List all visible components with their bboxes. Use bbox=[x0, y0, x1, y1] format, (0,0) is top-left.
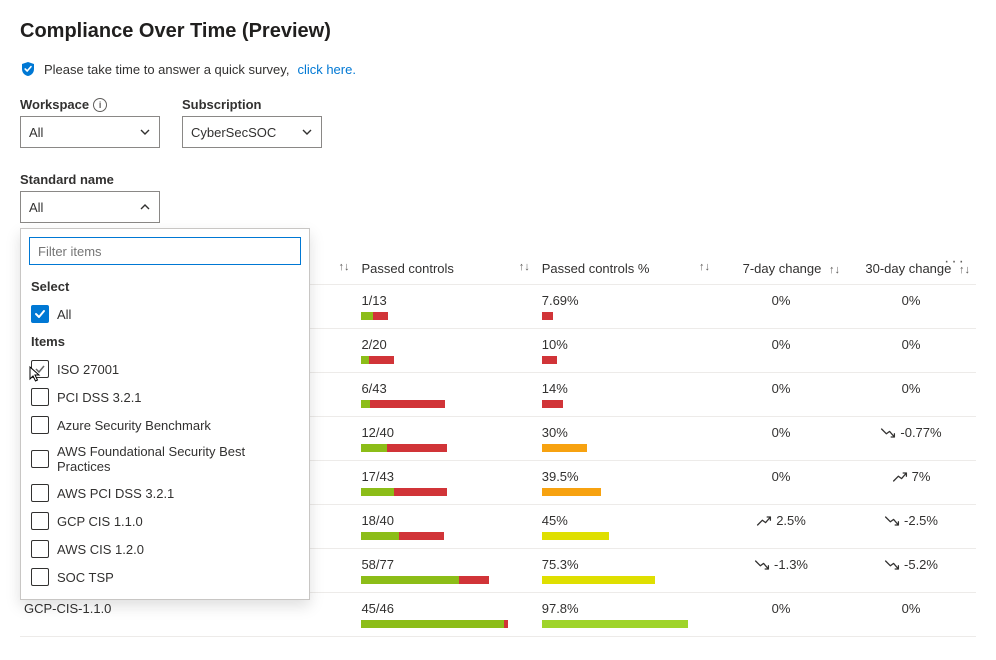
items-section-label: Items bbox=[21, 328, 309, 355]
info-icon[interactable]: i bbox=[93, 98, 107, 112]
cell-passed: 45/46 bbox=[355, 593, 535, 637]
standard-name-select[interactable]: All bbox=[20, 191, 160, 223]
chevron-down-icon bbox=[139, 126, 151, 138]
subscription-value: CyberSecSOC bbox=[191, 125, 276, 140]
dropdown-item[interactable]: AWS Foundational Security Best Practices bbox=[21, 439, 309, 479]
cell-30day: -5.2% bbox=[846, 549, 976, 593]
cell-passed: 6/43 bbox=[355, 373, 535, 417]
more-options-icon[interactable]: ··· bbox=[944, 253, 966, 271]
dropdown-item[interactable]: GCP CIS 1.1.0 bbox=[21, 507, 309, 535]
checkbox[interactable] bbox=[31, 484, 49, 502]
standard-name-dropdown: Select All Items ISO 27001 PCI DSS 3.2.1 A… bbox=[20, 228, 310, 600]
dropdown-item[interactable]: Azure Security Benchmark bbox=[21, 411, 309, 439]
checkbox[interactable] bbox=[31, 388, 49, 406]
select-section-label: Select bbox=[21, 273, 309, 300]
cell-30day: 0% bbox=[846, 373, 976, 417]
select-all-item[interactable]: All bbox=[21, 300, 309, 328]
cell-7day: 0% bbox=[716, 373, 846, 417]
workspace-select[interactable]: All bbox=[20, 116, 160, 148]
sort-icon[interactable]: ↑↓ bbox=[338, 261, 349, 273]
checkbox[interactable] bbox=[31, 450, 49, 468]
checkbox[interactable] bbox=[31, 568, 49, 586]
standard-name-label: Standard name bbox=[20, 172, 976, 187]
dropdown-item-label: ISO 27001 bbox=[57, 362, 119, 377]
dropdown-item-label: PCI DSS 3.2.1 bbox=[57, 390, 142, 405]
cell-7day: 2.5% bbox=[716, 505, 846, 549]
cell-30day: 0% bbox=[846, 285, 976, 329]
cell-7day: 0% bbox=[716, 329, 846, 373]
sort-icon[interactable]: ↑↓ bbox=[699, 261, 710, 273]
cell-pct: 7.69% bbox=[536, 285, 716, 329]
cell-7day: -1.3% bbox=[716, 549, 846, 593]
checkbox[interactable] bbox=[31, 360, 49, 378]
cell-30day: 0% bbox=[846, 593, 976, 637]
checkbox-checked[interactable] bbox=[31, 305, 49, 323]
cell-30day: 7% bbox=[846, 461, 976, 505]
checkbox[interactable] bbox=[31, 540, 49, 558]
col-header-7day[interactable]: 7-day change ↑↓ bbox=[716, 253, 846, 285]
workspace-value: All bbox=[29, 125, 43, 140]
cell-pct: 14% bbox=[536, 373, 716, 417]
cell-passed: 1/13 bbox=[355, 285, 535, 329]
subscription-label: Subscription bbox=[182, 97, 322, 112]
dropdown-item-label: AWS Foundational Security Best Practices bbox=[57, 444, 299, 474]
cell-pct: 45% bbox=[536, 505, 716, 549]
checkbox[interactable] bbox=[31, 416, 49, 434]
cell-passed: 12/40 bbox=[355, 417, 535, 461]
cell-pct: 39.5% bbox=[536, 461, 716, 505]
cell-passed: 58/77 bbox=[355, 549, 535, 593]
dropdown-item[interactable]: ISO 27001 bbox=[21, 355, 309, 383]
cell-pct: 75.3% bbox=[536, 549, 716, 593]
dropdown-item[interactable]: SOC TSP bbox=[21, 563, 309, 591]
dropdown-item-label: AWS PCI DSS 3.2.1 bbox=[57, 486, 174, 501]
dropdown-item[interactable]: PCI DSS 3.2.1 bbox=[21, 383, 309, 411]
shield-icon bbox=[20, 61, 36, 77]
dropdown-item-label: GCP CIS 1.1.0 bbox=[57, 514, 143, 529]
dropdown-item-label: Azure Security Benchmark bbox=[57, 418, 211, 433]
cell-passed: 17/43 bbox=[355, 461, 535, 505]
survey-banner: Please take time to answer a quick surve… bbox=[20, 61, 976, 77]
subscription-select[interactable]: CyberSecSOC bbox=[182, 116, 322, 148]
workspace-label: Workspace i bbox=[20, 97, 160, 112]
cell-7day: 0% bbox=[716, 285, 846, 329]
chevron-down-icon bbox=[301, 126, 313, 138]
cell-pct: 30% bbox=[536, 417, 716, 461]
cell-30day: -2.5% bbox=[846, 505, 976, 549]
dropdown-item-label: AWS CIS 1.2.0 bbox=[57, 542, 144, 557]
col-header-passed[interactable]: Passed controls ↑↓ bbox=[355, 253, 535, 285]
cell-7day: 0% bbox=[716, 461, 846, 505]
chevron-up-icon bbox=[139, 201, 151, 213]
cell-7day: 0% bbox=[716, 417, 846, 461]
dropdown-item[interactable]: AWS PCI DSS 3.2.1 bbox=[21, 479, 309, 507]
checkbox[interactable] bbox=[31, 512, 49, 530]
survey-text: Please take time to answer a quick surve… bbox=[44, 62, 289, 77]
cell-30day: 0% bbox=[846, 329, 976, 373]
cell-pct: 10% bbox=[536, 329, 716, 373]
page-title: Compliance Over Time (Preview) bbox=[20, 20, 976, 43]
sort-icon[interactable]: ↑↓ bbox=[519, 261, 530, 273]
cell-passed: 2/20 bbox=[355, 329, 535, 373]
dropdown-item[interactable]: AWS CIS 1.2.0 bbox=[21, 535, 309, 563]
sort-icon[interactable]: ↑↓ bbox=[829, 264, 840, 276]
cell-passed: 18/40 bbox=[355, 505, 535, 549]
filter-items-input[interactable] bbox=[29, 237, 301, 265]
cell-30day: -0.77% bbox=[846, 417, 976, 461]
col-header-pct[interactable]: Passed controls % ↑↓ bbox=[536, 253, 716, 285]
dropdown-item-label: SOC TSP bbox=[57, 570, 114, 585]
cell-pct: 97.8% bbox=[536, 593, 716, 637]
survey-link[interactable]: click here. bbox=[297, 62, 356, 77]
cell-7day: 0% bbox=[716, 593, 846, 637]
